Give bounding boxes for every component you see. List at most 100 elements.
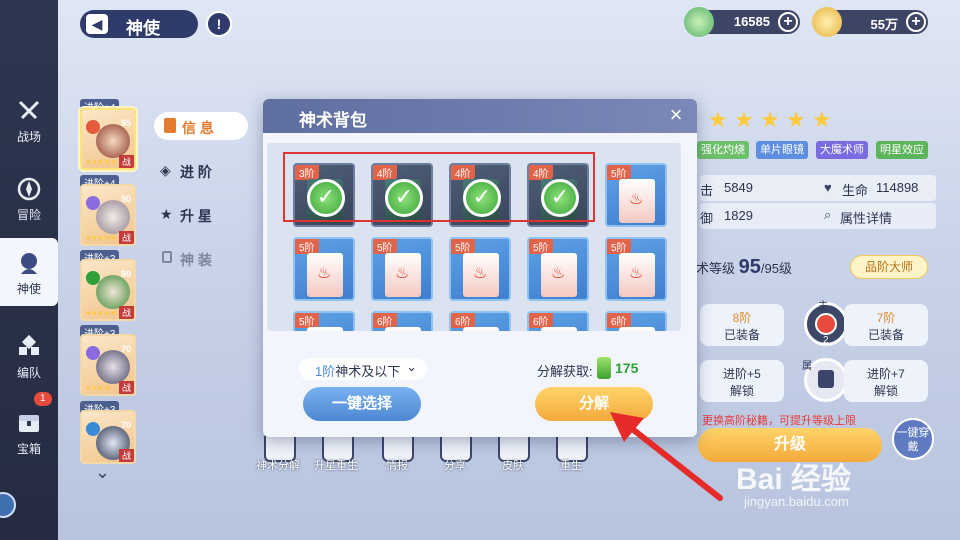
tab-info[interactable]: 信 息 [154,112,248,140]
hero-stars: ★★★★★ [85,310,117,317]
page-title: 神使 [126,19,160,38]
fire-icon: ♨ [629,191,644,208]
skill-card[interactable]: 6阶 [449,311,511,331]
swords-icon [18,100,40,120]
tab-star-up[interactable]: ★ 升 星 [160,202,240,230]
slot-requirement: 进阶+5 [723,367,761,381]
left-nav: 战场 冒险 神使 编队 1 宝箱 [0,0,58,540]
resource-crystal: 16585 + [684,7,800,37]
stage-tag: 5阶 [295,239,319,254]
rank-star: ★ [812,107,832,132]
nav-item-formation[interactable]: 编队 [0,322,58,390]
skill-scroll-icon [463,327,499,331]
stage-tag: 5阶 [295,313,319,328]
select-all-button[interactable]: 一键选择 [303,387,421,421]
bottom-label: 分享 [444,460,466,472]
tab-advance[interactable]: ◈ 进 阶 [160,158,240,186]
stage-tag: 6阶 [607,313,631,328]
slot-stage: 8阶 [732,311,752,325]
one-click-wear-button[interactable]: 一键穿戴 [892,418,934,460]
stage-tag: 5阶 [607,239,631,254]
crystal-value: 16585 [733,14,770,29]
circle-num: 2 [823,335,829,346]
skill-level-max: /95级 [760,261,792,276]
hero-card-2[interactable]: 90 ★★★★★ 战 [80,184,136,246]
hero-card-3[interactable]: 90 ★★★★★ 战 [80,259,136,321]
nav-label: 冒险 [16,208,41,222]
nav-item-chest[interactable]: 1 宝箱 [0,392,58,466]
equip-slot-3[interactable]: 进阶+5 解锁 [700,360,784,402]
add-crystal-button[interactable]: + [778,12,798,32]
stat-row-defense: 御 1829 ⌕ 属性详情 [700,203,936,229]
equip-slot-4[interactable]: 进阶+7 解锁 [844,360,928,402]
skill-card[interactable]: 5阶 ♨ [605,163,667,227]
back-button[interactable]: ◀ 神使 [80,10,198,38]
nav-item-hero[interactable]: 神使 [0,238,58,306]
stage-tag: 6阶 [373,313,397,328]
nav-label: 宝箱 [16,442,41,456]
trait-chip[interactable]: 单片眼镜 [756,141,808,159]
bottom-label: 情报 [386,460,408,472]
skill-scroll-icon [619,327,655,331]
hero-portrait [96,200,130,234]
stage-tag: 6阶 [451,313,475,328]
skill-card[interactable]: 5阶 [293,311,355,331]
skill-card[interactable]: 5阶 ♨ [371,237,433,301]
nav-item-battlefield[interactable]: 战场 [0,86,58,154]
skill-card[interactable]: 6阶 [605,311,667,331]
skill-card[interactable]: 5阶 ♨ [605,237,667,301]
hero-card-4[interactable]: 70 ★★★★ 战 [80,334,136,396]
fire-icon: ♨ [317,265,332,282]
skill-level-label: 术等级 [696,261,736,276]
equip-slot-1[interactable]: 8阶 已装备 [700,304,784,346]
hero-card-1[interactable]: 95 ★★★★★ 战 [80,108,136,170]
stage-tag: 5阶 [451,239,475,254]
chevron-down-icon: ⌄ [406,359,417,374]
skill-card[interactable]: 5阶 ♨ [527,237,589,301]
stage-filter-dropdown[interactable]: 1阶神术及以下 ⌄ [299,358,427,380]
stage-tag: 5阶 [607,165,631,180]
battle-tag: 战 [118,155,134,168]
lock-icon [162,251,172,263]
chat-bubble-icon[interactable] [0,492,16,518]
defense-value: 1829 [724,208,753,223]
close-icon[interactable]: × [665,104,687,127]
book-icon [164,118,176,133]
back-arrow-icon: ◀ [86,14,108,34]
nav-item-adventure[interactable]: 冒险 [0,164,58,232]
resource-coin: 55万 + [812,7,928,37]
scroll-down-chevron-icon[interactable]: ⌄ [95,462,110,483]
slot-state: 解锁 [873,384,898,398]
tab-label: 升 星 [180,208,212,224]
hero-portrait [96,275,130,309]
trait-chip[interactable]: 大魔术师 [816,141,868,159]
info-button[interactable]: ! [206,11,232,37]
trait-chip[interactable]: 明星效应 [876,141,928,159]
crystal-icon [597,357,611,379]
fire-icon: ♨ [473,265,488,282]
skill-card[interactable]: 5阶 ♨ [293,237,355,301]
bottom-label: 升星重生 [314,460,358,472]
rank-star: ★ [734,107,754,132]
tab-label: 进 阶 [180,164,212,180]
crystal-icon [684,7,714,37]
coin-icon [812,7,842,37]
hero-card-5[interactable]: 70 战 [80,410,136,464]
rank-star: ★ [786,107,806,132]
skill-card[interactable]: 6阶 [527,311,589,331]
hero-portrait [96,350,130,384]
stage-tag: 6阶 [529,313,553,328]
tab-divine-gear[interactable]: 神 装 [160,246,240,274]
equip-slot-2[interactable]: 7阶 已装备 [844,304,928,346]
skill-card[interactable]: 5阶 ♨ [449,237,511,301]
attribute-detail-link[interactable]: 属性详情 [840,208,892,227]
formation-icon [19,334,39,355]
chest-icon [19,415,39,432]
add-coin-button[interactable]: + [906,12,926,32]
fire-icon: ♨ [395,265,410,282]
skill-card[interactable]: 6阶 [371,311,433,331]
fire-icon: ♨ [629,265,644,282]
target-icon [815,313,837,335]
heart-icon: ♥ [824,180,832,195]
trait-chip[interactable]: 强化灼烧 [697,141,749,159]
